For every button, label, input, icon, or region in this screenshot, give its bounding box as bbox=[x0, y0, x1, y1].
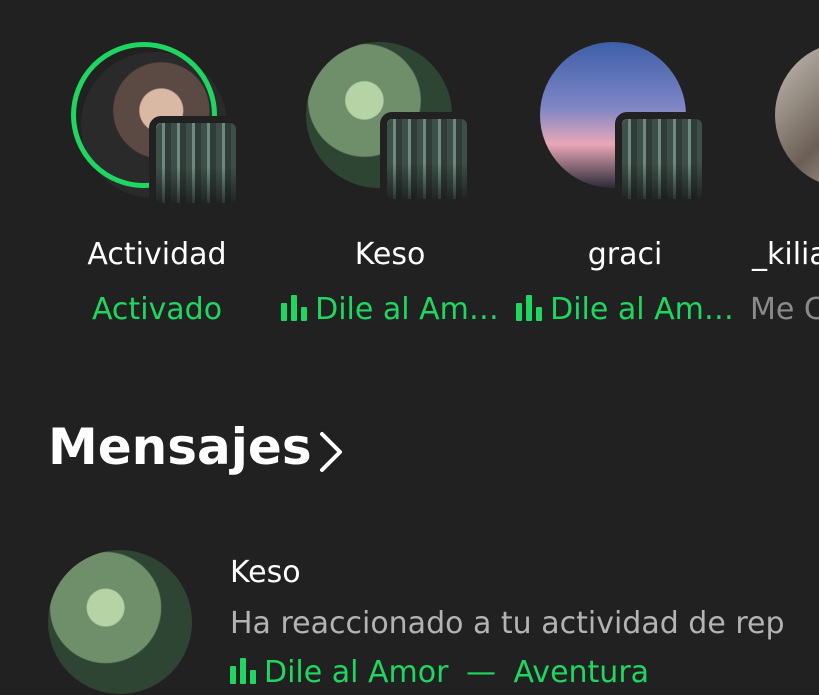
friend-graci[interactable]: graci Dile al Am… bbox=[505, 42, 745, 342]
avatar bbox=[775, 42, 819, 188]
sound-bars-icon bbox=[230, 658, 256, 684]
avatar-group bbox=[37, 42, 277, 222]
friend-status: Dile al Am… bbox=[270, 292, 510, 327]
separator: — bbox=[466, 655, 496, 690]
friend-status: Me C bbox=[750, 292, 819, 327]
friend-activity[interactable]: Actividad Activado bbox=[37, 42, 277, 342]
album-cover bbox=[380, 112, 474, 206]
friend-status: Dile al Am… bbox=[505, 292, 745, 327]
friend-status-text: Dile al Am… bbox=[315, 292, 499, 327]
friend-status-text: Dile al Am… bbox=[550, 292, 734, 327]
friend-keso[interactable]: Keso Dile al Am… bbox=[270, 42, 510, 342]
friend-kilia[interactable]: _kilia Me C bbox=[740, 42, 819, 342]
messages-title[interactable]: Mensajes bbox=[48, 418, 312, 476]
avatar-group bbox=[505, 42, 745, 222]
friend-name: _kilia bbox=[752, 237, 819, 272]
artist-name: Aventura bbox=[513, 655, 650, 690]
friend-name: graci bbox=[587, 237, 663, 272]
album-cover bbox=[149, 116, 243, 210]
friend-name: Keso bbox=[354, 237, 426, 272]
avatar bbox=[48, 550, 192, 694]
sound-bars-icon bbox=[516, 295, 543, 321]
message-text: Ha reaccionado a tu actividad de rep bbox=[230, 606, 785, 641]
avatar-group bbox=[740, 42, 819, 222]
friend-name: Actividad bbox=[87, 237, 227, 272]
sound-bars-icon bbox=[281, 295, 308, 321]
message-sender: Keso bbox=[230, 555, 301, 590]
chevron-right-icon[interactable] bbox=[318, 430, 344, 474]
friend-status: Activado bbox=[91, 292, 223, 327]
message-track: Dile al Amor — Aventura bbox=[230, 655, 649, 690]
track-title: Dile al Amor bbox=[264, 655, 449, 690]
album-cover bbox=[615, 112, 709, 206]
avatar-group bbox=[270, 42, 510, 222]
